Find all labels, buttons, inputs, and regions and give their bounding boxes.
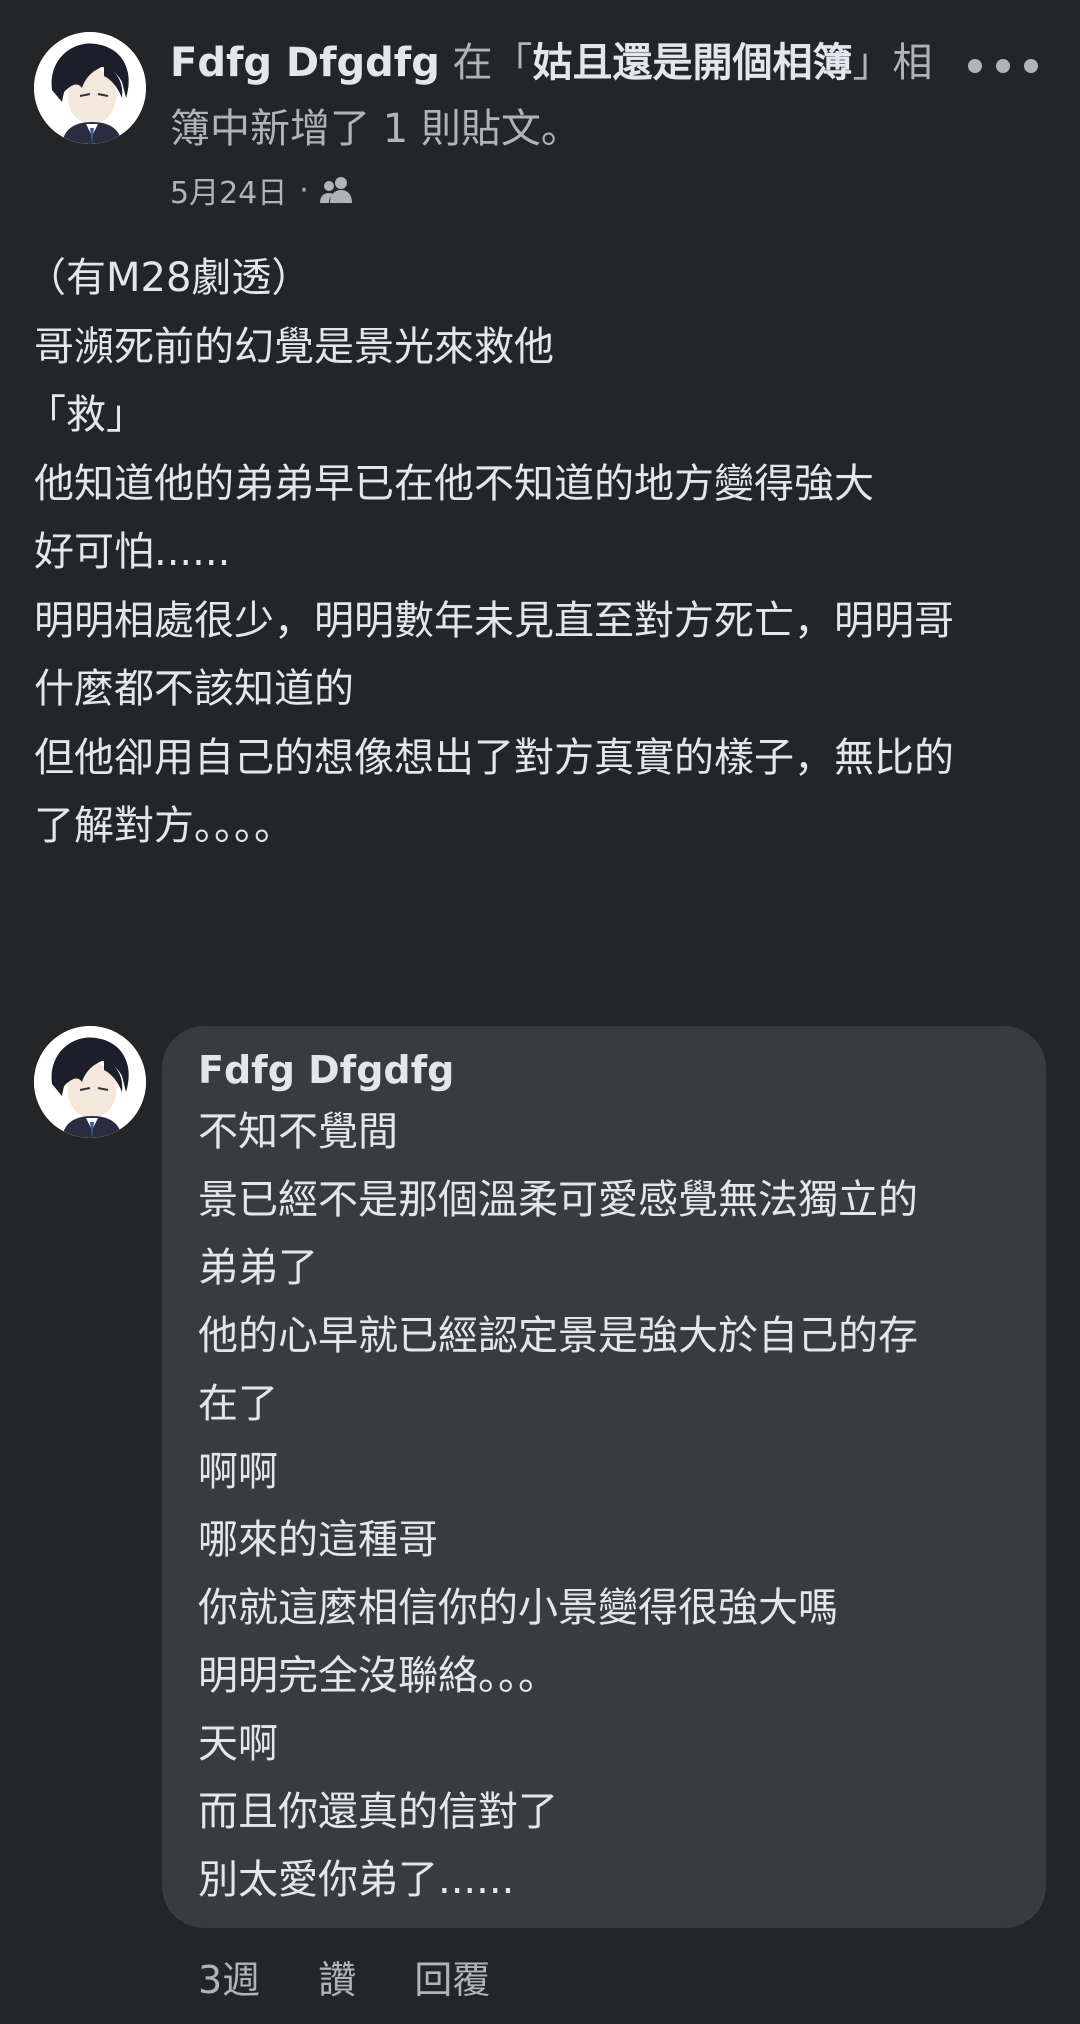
post-author-name[interactable]: Fdfg Dfgdfg [170,40,440,86]
reply-button[interactable]: 回覆 [414,1949,490,2004]
post-action-line2: 簿中新增了 1 則貼文。 [170,106,581,152]
post-body: （有M28劇透） 哥瀕死前的幻覺是景光來救他 「救」 他知道他的弟弟早已在他不知… [26,244,1046,861]
post-action-suffix: 」相 [852,40,933,86]
comment-line: 你就這麼相信你的小景變得很強大嗎 [198,1585,838,1631]
more-horizontal-icon [968,59,982,73]
post-header-text: Fdfg Dfgdfg 在「姑且還是開個相簿」相 簿中新增了 1 則貼文。 [170,30,970,162]
post-date[interactable]: 5月24日 [170,168,287,212]
comment-time[interactable]: 3週 [198,1949,260,2004]
post-meta: 5月24日 · [170,168,353,212]
comment-author-avatar[interactable] [34,1026,146,1138]
comment-line: 在了 [198,1381,278,1427]
comment-actions: 3週 讚 回覆 [198,1948,548,2004]
friends-icon[interactable] [319,176,353,204]
post-body-line: 但他卻用自己的想像想出了對方真實的樣子，無比的 [34,734,954,781]
more-horizontal-icon-dot [1024,59,1038,73]
comment-line: 別太愛你弟了...... [198,1857,515,1903]
comment-line: 天啊 [198,1721,278,1767]
comment-author-name[interactable]: Fdfg Dfgdfg [198,1042,1010,1098]
comment-text: 不知不覺間 景已經不是那個溫柔可愛感覺無法獨立的 弟弟了 他的心早就已經認定景是… [198,1098,1010,1914]
post-author-avatar[interactable] [34,32,146,144]
like-button[interactable]: 讚 [318,1949,356,2004]
post-action-prefix: 在「 [439,40,533,86]
post-body-line: 「救」 [26,392,146,438]
album-link[interactable]: 姑且還是開個相簿 [533,40,853,86]
post-body-line: 好可怕...... [34,529,231,575]
post-header: Fdfg Dfgdfg 在「姑且還是開個相簿」相 簿中新增了 1 則貼文。 5月… [34,30,1046,220]
post-body-line: 了解對方。。。。 [34,803,294,849]
avatar-illustration [34,1026,146,1138]
comment-line: 景已經不是那個溫柔可愛感覺無法獨立的 [198,1177,918,1223]
comment-line: 不知不覺間 [198,1109,398,1155]
comment-line: 明明完全沒聯絡。。。 [198,1653,558,1699]
more-horizontal-icon-dot [996,59,1010,73]
comment-line: 哪來的這種哥 [198,1517,438,1563]
comment-line: 啊啊 [198,1449,278,1495]
meta-separator: · [299,172,309,208]
comment-line: 弟弟了 [198,1245,318,1291]
comment-bubble[interactable]: Fdfg Dfgdfg 不知不覺間 景已經不是那個溫柔可愛感覺無法獨立的 弟弟了… [162,1026,1046,1928]
comment-line: 而且你還真的信對了 [198,1789,558,1835]
post-body-line: 他知道他的弟弟早已在他不知道的地方變得強大 [34,460,874,507]
post-body-line: 明明相處很少，明明數年未見直至對方死亡，明明哥 [34,597,954,644]
post-body-line: 什麼都不該知道的 [34,666,354,712]
avatar-illustration [34,32,146,144]
post-body-line: （有M28劇透） [26,255,312,301]
post-body-line: 哥瀕死前的幻覺是景光來救他 [34,323,554,370]
more-options-button[interactable] [968,48,1038,84]
comment-line: 他的心早就已經認定景是強大於自己的存 [198,1313,918,1359]
friends-icon-graphic [319,177,352,203]
